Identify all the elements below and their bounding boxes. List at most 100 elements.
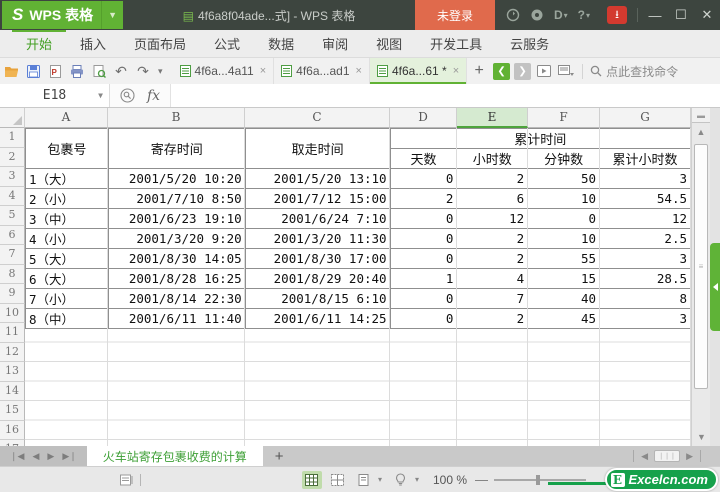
name-box-dropdown-icon[interactable]: ▼ xyxy=(98,91,103,100)
cell-E5[interactable]: 12 xyxy=(456,208,529,229)
vertical-scrollbar[interactable]: ▬ ▲ ≡ ▼ xyxy=(691,108,710,446)
close-tab-icon[interactable]: × xyxy=(356,65,362,77)
cell-A7[interactable]: 5（大） xyxy=(25,248,109,269)
cell-E2[interactable]: 小时数 xyxy=(456,148,529,169)
cell-A3[interactable]: 1（大） xyxy=(25,168,109,189)
chevron-down-icon[interactable]: ▼ xyxy=(101,1,117,29)
scroll-right-icon[interactable]: ▶ xyxy=(686,451,693,462)
cell-A8[interactable]: 6（大） xyxy=(25,268,109,289)
cell-B8[interactable]: 2001/8/28 16:25 xyxy=(107,268,246,289)
cell-C5[interactable]: 2001/6/24 7:10 xyxy=(244,208,391,229)
cell-F3[interactable]: 50 xyxy=(527,168,601,189)
row-header-13[interactable]: 13 xyxy=(0,362,25,382)
login-button[interactable]: 未登录 xyxy=(414,0,495,30)
page-break-view-icon[interactable] xyxy=(328,471,348,489)
toolbar-more-icon[interactable]: ▾ xyxy=(158,66,163,77)
refresh-circle-icon[interactable] xyxy=(506,8,520,22)
select-all-corner[interactable] xyxy=(0,108,25,128)
undo-icon[interactable]: ↶ xyxy=(111,60,131,82)
cell-C10[interactable]: 2001/6/11 14:25 xyxy=(244,308,391,329)
settings-circle-icon[interactable] xyxy=(530,8,544,22)
cell-B10[interactable]: 2001/6/11 11:40 xyxy=(107,308,246,329)
cell-A1[interactable]: 包裹号 xyxy=(25,128,109,169)
cell-E7[interactable]: 2 xyxy=(456,248,529,269)
doc-tab-0[interactable]: 4f6a...4a11 × xyxy=(173,58,275,84)
menu-tab-6[interactable]: 视图 xyxy=(362,30,416,57)
maximize-button[interactable]: ☐ xyxy=(668,0,694,30)
last-sheet-icon[interactable]: ▶❘ xyxy=(62,451,76,462)
add-sheet-button[interactable]: + xyxy=(263,446,296,466)
close-tab-icon[interactable]: × xyxy=(260,65,266,77)
app-menu-button[interactable]: S WPS 表格 ▼ xyxy=(2,1,124,29)
prev-sheet-icon[interactable]: ◀ xyxy=(32,451,39,462)
print-preview-icon[interactable] xyxy=(89,60,109,82)
cell-F6[interactable]: 10 xyxy=(527,228,601,249)
cell-G10[interactable]: 3 xyxy=(599,308,691,329)
cell-E3[interactable]: 2 xyxy=(456,168,529,189)
cell-B5[interactable]: 2001/6/23 19:10 xyxy=(107,208,246,229)
next-tab-button[interactable]: ❯ xyxy=(514,62,532,80)
open-file-icon[interactable] xyxy=(1,60,21,82)
scroll-down-icon[interactable]: ▼ xyxy=(692,432,711,442)
cell-B9[interactable]: 2001/8/14 22:30 xyxy=(107,288,246,309)
row-header-12[interactable]: 12 xyxy=(0,342,25,362)
cell-D6[interactable]: 0 xyxy=(389,228,458,249)
eye-protect-lamp-icon[interactable] xyxy=(391,471,411,489)
row-header-14[interactable]: 14 xyxy=(0,381,25,401)
download-badge-icon[interactable]: ⭳ xyxy=(607,6,627,24)
magnifier-icon[interactable] xyxy=(120,88,135,103)
cell-F4[interactable]: 10 xyxy=(527,188,601,209)
doc-tab-1[interactable]: 4f6a...ad1 × xyxy=(274,58,370,84)
cell-A9[interactable]: 7（小） xyxy=(25,288,109,309)
cell-F7[interactable]: 55 xyxy=(527,248,601,269)
row-header-10[interactable]: 10 xyxy=(0,303,25,323)
col-header-D[interactable]: D xyxy=(390,108,457,128)
cell-F10[interactable]: 45 xyxy=(527,308,601,329)
cell-G7[interactable]: 3 xyxy=(599,248,691,269)
close-button[interactable]: ✕ xyxy=(694,0,720,30)
cell-C1[interactable]: 取走时间 xyxy=(244,128,391,169)
doc-tab-2[interactable]: 4f6a...61 * × xyxy=(369,58,468,84)
zoom-slider-handle[interactable] xyxy=(536,474,540,485)
cell-F9[interactable]: 40 xyxy=(527,288,601,309)
prev-tab-button[interactable]: ❮ xyxy=(493,62,511,80)
vertical-scroll-thumb[interactable]: ≡ xyxy=(694,144,708,389)
page-layout-view-icon[interactable] xyxy=(354,471,374,489)
new-document-tab-button[interactable]: + xyxy=(467,62,491,80)
cell-B7[interactable]: 2001/8/30 14:05 xyxy=(107,248,246,269)
cell-D7[interactable]: 0 xyxy=(389,248,458,269)
arrange-windows-icon[interactable] xyxy=(556,60,576,82)
cell-G2[interactable]: 累计小时数 xyxy=(599,148,691,169)
command-search[interactable]: 点此查找命令 xyxy=(590,63,678,80)
row-header-15[interactable]: 15 xyxy=(0,401,25,421)
menu-tab-8[interactable]: 云服务 xyxy=(496,30,563,57)
minimize-button[interactable]: — xyxy=(642,0,668,30)
cell-D2[interactable]: 天数 xyxy=(389,148,458,169)
row-header-5[interactable]: 5 xyxy=(0,206,25,226)
cell-F8[interactable]: 15 xyxy=(527,268,601,289)
cell-E9[interactable]: 7 xyxy=(456,288,529,309)
next-sheet-icon[interactable]: ▶ xyxy=(47,451,54,462)
cell-D4[interactable]: 2 xyxy=(389,188,458,209)
col-header-E[interactable]: E xyxy=(457,108,528,128)
cell-D3[interactable]: 0 xyxy=(389,168,458,189)
cell-F2[interactable]: 分钟数 xyxy=(527,148,601,169)
cell-G9[interactable]: 8 xyxy=(599,288,691,309)
menu-tab-4[interactable]: 数据 xyxy=(254,30,308,57)
cell-D10[interactable]: 0 xyxy=(389,308,458,329)
name-box[interactable]: E18 ▼ xyxy=(0,84,110,107)
cell-G6[interactable]: 2.5 xyxy=(599,228,691,249)
print-icon[interactable] xyxy=(67,60,87,82)
cell-E10[interactable]: 2 xyxy=(456,308,529,329)
cell-C9[interactable]: 2001/8/15 6:10 xyxy=(244,288,391,309)
insert-function-button[interactable]: fx xyxy=(147,88,160,104)
cell-G4[interactable]: 54.5 xyxy=(599,188,691,209)
save-icon[interactable] xyxy=(23,60,43,82)
macro-record-icon[interactable] xyxy=(120,474,134,486)
col-header-F[interactable]: F xyxy=(528,108,600,128)
col-header-C[interactable]: C xyxy=(245,108,390,128)
cell-D1[interactable]: 累计时间 xyxy=(389,128,691,149)
row-header-1[interactable]: 1 xyxy=(0,128,25,148)
cell-G3[interactable]: 3 xyxy=(599,168,691,189)
cell-E8[interactable]: 4 xyxy=(456,268,529,289)
